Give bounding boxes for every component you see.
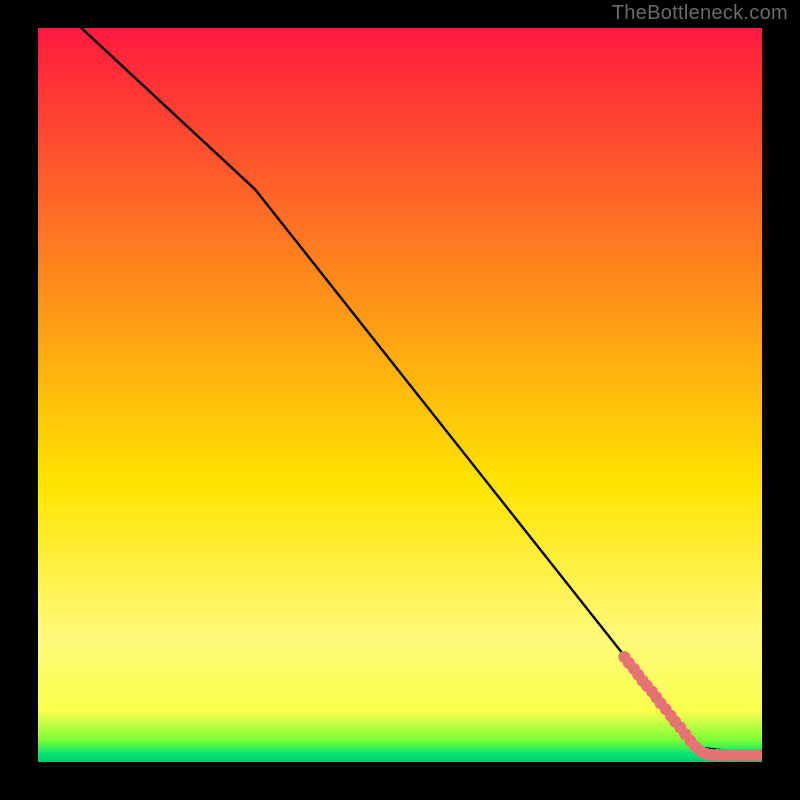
gradient-background [38,28,762,762]
chart-plot-area [38,28,762,762]
chart-stage: TheBottleneck.com [0,0,800,800]
chart-svg [38,28,762,762]
watermark-text: TheBottleneck.com [612,2,788,25]
